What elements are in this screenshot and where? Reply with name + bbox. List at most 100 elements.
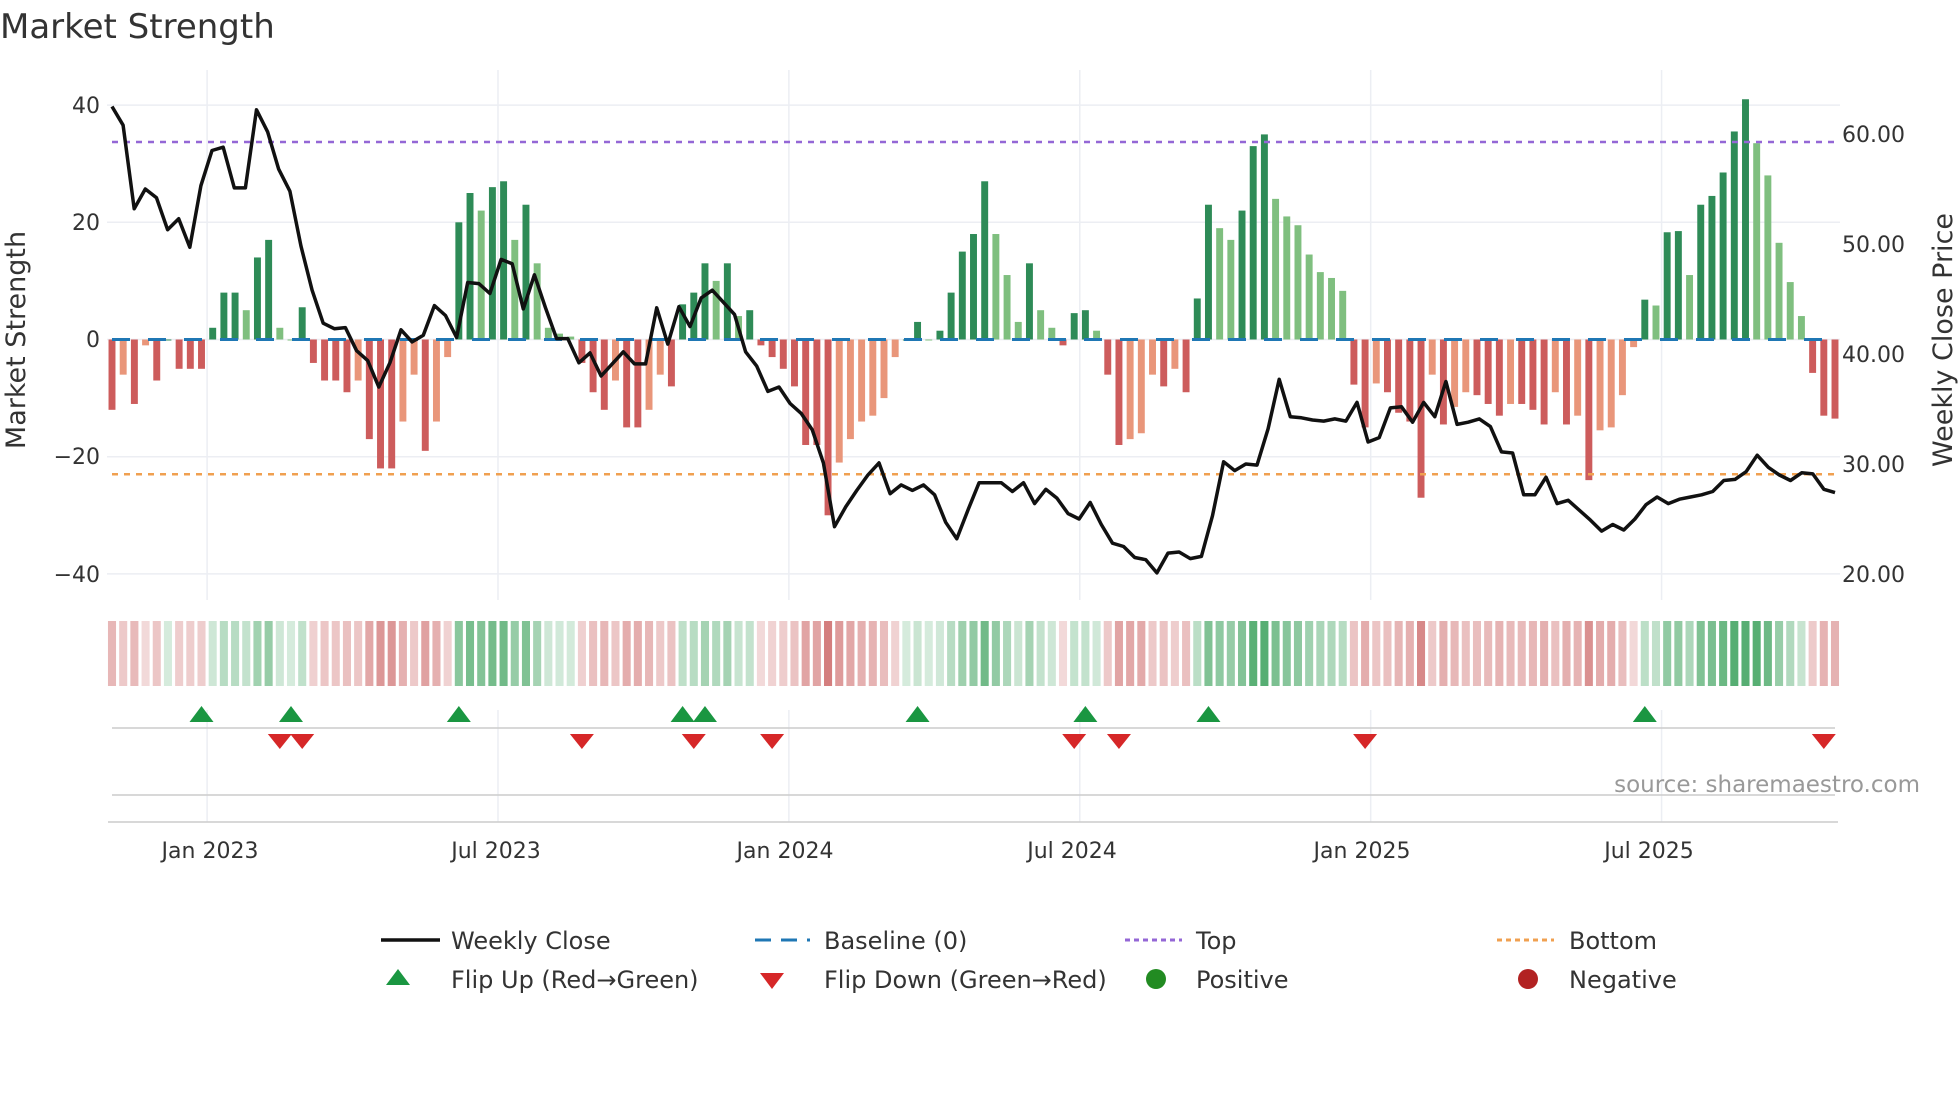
source-label: source: sharemaestro.com (1614, 772, 1920, 798)
strength-bar (1238, 210, 1246, 340)
x-tick: Jan 2025 (1312, 839, 1411, 864)
strength-bar (1518, 339, 1526, 404)
x-tick: Jul 2025 (1602, 839, 1694, 864)
heat-cell (991, 621, 1000, 686)
strength-bar (768, 339, 776, 358)
strength-bar (1149, 339, 1156, 375)
strength-bar (656, 339, 664, 375)
heat-cell (1719, 621, 1728, 686)
strength-bar (1048, 327, 1056, 340)
strength-bar (1126, 339, 1134, 440)
heat-cell (1428, 621, 1437, 686)
y-axis-right: 60.00 50.00 40.00 30.00 20.00 (1842, 123, 1905, 588)
heat-cell (712, 621, 721, 686)
legend: Weekly Close Baseline (0) Top Bottom Fli… (381, 927, 1677, 994)
strength-bar (914, 321, 922, 340)
heat-cell (320, 621, 329, 686)
strength-bar (1764, 175, 1772, 340)
heat-cell (566, 621, 575, 686)
strength-bar (858, 339, 866, 422)
heat-cell (790, 621, 799, 686)
heat-cell (477, 621, 486, 686)
heat-cell (1070, 621, 1079, 686)
strength-bar (242, 310, 250, 340)
heat-cell (1685, 621, 1694, 686)
legend-weekly-close: Weekly Close (451, 927, 611, 955)
heat-cell (197, 621, 206, 686)
strength-bar (142, 339, 150, 346)
heat-cell (1830, 621, 1840, 686)
heat-cell (398, 621, 407, 686)
strength-bar (1249, 146, 1257, 340)
heat-cell (555, 621, 564, 686)
heat-cell (1461, 621, 1470, 686)
heat-cell (533, 621, 542, 686)
heat-cell (1439, 621, 1448, 686)
market-strength-chart: Market Strength 40 20 0 −20 −40 60.00 50… (0, 7, 1959, 994)
strength-bar (1260, 134, 1268, 340)
heat-cell (1450, 621, 1459, 686)
heat-cell (745, 621, 754, 686)
heat-cell (1159, 621, 1168, 686)
strength-bar (1137, 339, 1145, 434)
strength-bar (1742, 99, 1749, 340)
strength-bar (947, 292, 955, 340)
strength-bar (477, 210, 485, 340)
flip-down-marker (760, 734, 785, 749)
flip-up-marker (1073, 706, 1098, 722)
y2-tick: 50.00 (1842, 233, 1905, 258)
strength-bar (1204, 204, 1212, 340)
heat-cell (935, 621, 944, 686)
strength-bar (186, 339, 194, 369)
heat-cell (768, 621, 777, 686)
strength-bar (488, 187, 496, 340)
heat-cell (354, 621, 363, 686)
heat-cell (1114, 621, 1123, 686)
heat-cell (1047, 621, 1056, 686)
strength-bar (1070, 313, 1078, 340)
strength-bar (1652, 305, 1660, 340)
heat-cell (1584, 621, 1593, 686)
heat-cell (1126, 621, 1135, 686)
strength-bar (1563, 339, 1570, 425)
strength-bar (1797, 316, 1805, 340)
strength-bar (1607, 339, 1615, 428)
heat-cell (387, 621, 396, 686)
strength-bar (981, 181, 989, 340)
y-tick: −40 (54, 563, 100, 588)
strength-bar (1451, 339, 1459, 407)
heat-cell (521, 621, 530, 686)
strength-bar (1663, 232, 1671, 340)
legend-positive-icon (1146, 969, 1166, 989)
heat-cell (1528, 621, 1537, 686)
strength-bar (1372, 339, 1380, 384)
heat-cell (1707, 621, 1716, 686)
strength-bar (1037, 310, 1045, 340)
strength-bar (153, 339, 161, 381)
strength-bar (309, 339, 317, 363)
strength-bar (992, 234, 1000, 340)
heat-cell (1271, 621, 1280, 686)
y2-axis-title: Weekly Close Price (1928, 213, 1959, 467)
flip-up-marker (279, 706, 304, 722)
heat-cell (689, 621, 698, 686)
legend-top: Top (1195, 927, 1237, 955)
strength-bar (444, 339, 452, 358)
heat-cell (107, 621, 117, 686)
heat-cell (331, 621, 340, 686)
strength-bar (1227, 239, 1235, 340)
heat-cell (1260, 621, 1269, 686)
strength-bar (1507, 339, 1515, 404)
heat-cell (342, 621, 351, 686)
flip-down-marker (1062, 734, 1087, 749)
flip-down-marker (1106, 734, 1131, 749)
strength-bar (1406, 339, 1414, 422)
heat-cell (1237, 621, 1247, 686)
legend-negative: Negative (1569, 966, 1677, 994)
strength-bar (1462, 339, 1470, 393)
heat-cell (510, 621, 519, 686)
y2-tick: 20.00 (1842, 563, 1905, 588)
strength-bar (1484, 339, 1492, 404)
strength-bar (1820, 339, 1828, 416)
heat-cell (1651, 621, 1661, 686)
